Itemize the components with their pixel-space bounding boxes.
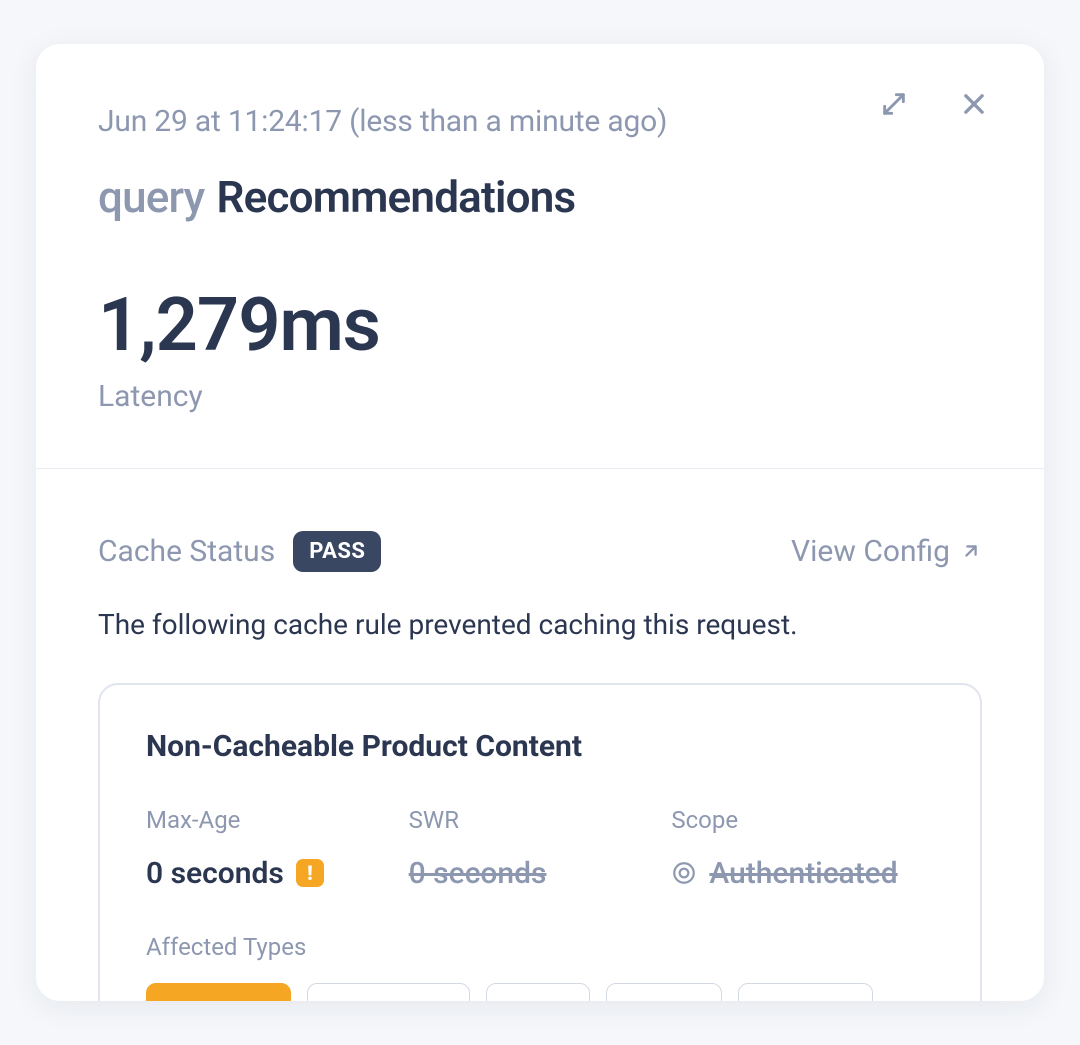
rule-max-age-value: 0 seconds ! — [146, 856, 409, 891]
target-icon — [671, 860, 697, 886]
cache-status-left: Cache Status PASS — [98, 531, 381, 572]
rule-max-age-label: Max-Age — [146, 806, 409, 834]
card-header: Jun 29 at 11:24:17 (less than a minute a… — [36, 44, 1044, 469]
detail-card: Jun 29 at 11:24:17 (less than a minute a… — [36, 44, 1044, 1001]
type-chip-cart-total[interactable]: Cart.total — [307, 983, 471, 1001]
rule-scope-value-text: Authenticated — [709, 856, 897, 891]
timestamp: Jun 29 at 11:24:17 (less than a minute a… — [98, 104, 982, 139]
rule-swr-value: 0 seconds — [409, 856, 672, 891]
view-config-label: View Config — [791, 534, 950, 569]
latency-label: Latency — [98, 379, 982, 414]
rule-swr: SWR 0 seconds — [409, 806, 672, 891]
warning-icon: ! — [296, 859, 324, 887]
expand-icon[interactable] — [878, 88, 910, 120]
operation-name: Recommendations — [216, 171, 575, 223]
type-chip-user[interactable]: User — [486, 983, 590, 1001]
close-icon[interactable] — [958, 88, 990, 120]
card-body: Cache Status PASS View Config The follow… — [36, 469, 1044, 1001]
cache-status-label: Cache Status — [98, 534, 275, 569]
rule-title: Non-Cacheable Product Content — [146, 729, 934, 764]
operation-title: query Recommendations — [98, 171, 982, 223]
rule-properties: Max-Age 0 seconds ! SWR 0 seconds Scope — [146, 806, 934, 891]
view-config-link[interactable]: View Config — [791, 534, 982, 569]
operation-type: query — [98, 171, 204, 223]
cache-status-badge: PASS — [293, 531, 381, 572]
affected-types-chips: Product Cart.total User Order Variant — [146, 983, 934, 1001]
type-chip-variant[interactable]: Variant — [738, 983, 874, 1001]
latency-value: 1,279ms — [98, 287, 982, 365]
rule-scope-label: Scope — [671, 806, 934, 834]
rule-max-age-value-text: 0 seconds — [146, 856, 284, 891]
cache-description: The following cache rule prevented cachi… — [98, 608, 982, 641]
affected-types-label: Affected Types — [146, 933, 934, 961]
rule-scope: Scope Authenticated — [671, 806, 934, 891]
rule-scope-value: Authenticated — [671, 856, 934, 891]
cache-rule-card: Non-Cacheable Product Content Max-Age 0 … — [98, 683, 982, 1001]
rule-swr-label: SWR — [409, 806, 672, 834]
type-chip-order[interactable]: Order — [606, 983, 722, 1001]
rule-max-age: Max-Age 0 seconds ! — [146, 806, 409, 891]
type-chip-product[interactable]: Product — [146, 983, 291, 1001]
header-actions — [878, 88, 990, 120]
arrow-up-right-icon — [960, 540, 982, 562]
cache-status-row: Cache Status PASS View Config — [98, 531, 982, 572]
